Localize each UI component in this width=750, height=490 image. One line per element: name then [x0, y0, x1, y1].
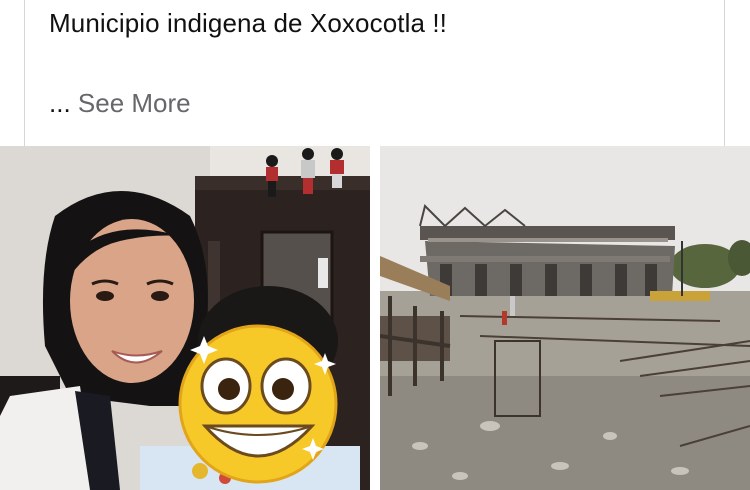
- star-struck-emoji-icon: [178, 324, 338, 484]
- ellipsis: ...: [49, 88, 71, 118]
- see-more-row: ... See More: [49, 88, 191, 119]
- post-text: Municipio indigena de Xoxocotla !!: [49, 8, 447, 38]
- selfie-photo-icon: [0, 146, 370, 490]
- photo-selfie[interactable]: [0, 146, 370, 490]
- photo-gallery: [0, 146, 750, 490]
- see-more-link[interactable]: See More: [78, 88, 191, 118]
- construction-site-photo-icon: [380, 146, 750, 490]
- photo-construction-site[interactable]: [380, 146, 750, 490]
- post-card: Municipio indigena de Xoxocotla !! ... S…: [24, 0, 725, 146]
